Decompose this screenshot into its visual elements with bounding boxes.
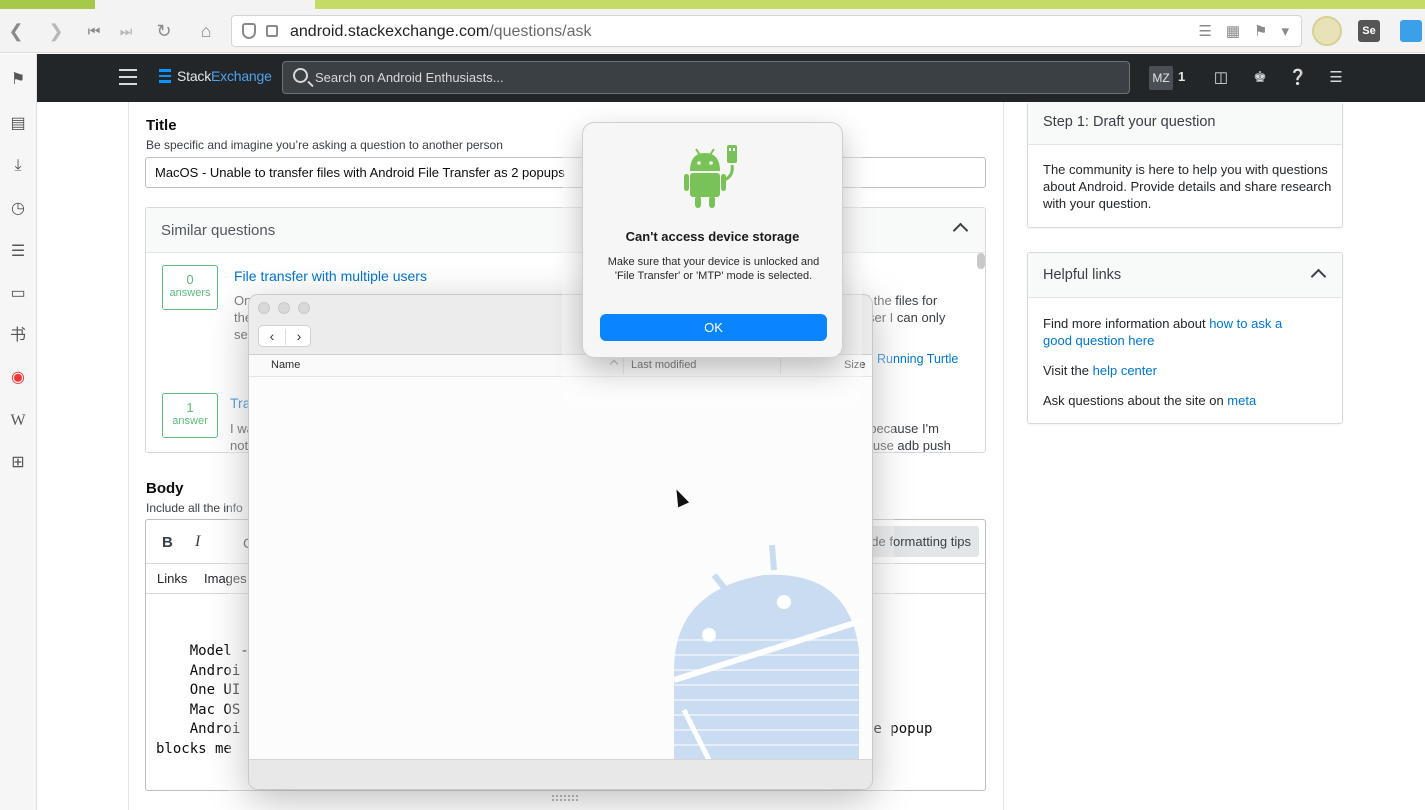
helpful-link-line: Visit the help center: [1043, 363, 1157, 378]
meta-link[interactable]: meta: [1227, 393, 1256, 408]
helpful-links-card: Helpful links Find more information abou…: [1027, 252, 1343, 424]
chevron-right-icon[interactable]: ›: [286, 326, 312, 348]
browser-sidebar: ⚑ ▤ ⤓ ◷ ☰ ▭ 书 ◉ W ⊞: [0, 54, 37, 810]
cant-access-storage-alert: Can't access device storage Make sure th…: [582, 122, 843, 358]
logo-text: StackExchange: [177, 68, 272, 84]
draft-card-text: The community is here to help you with q…: [1043, 162, 1332, 211]
history-icon[interactable]: ◷: [6, 197, 30, 221]
zoom-window-icon[interactable]: [298, 302, 310, 314]
forward-icon[interactable]: ❯: [44, 19, 68, 43]
vivaldi-icon[interactable]: ◉: [6, 366, 30, 390]
url-host: android.stackexchange.com: [290, 23, 490, 40]
inbox-icon[interactable]: ◫: [1211, 68, 1231, 88]
profile-avatar[interactable]: [1312, 16, 1342, 46]
wikipedia-icon[interactable]: W: [6, 409, 30, 433]
stackexchange-logo-icon: [159, 69, 171, 83]
hamburger-menu-icon[interactable]: [119, 69, 137, 85]
ok-button[interactable]: OK: [600, 314, 827, 341]
bookmarks-icon[interactable]: ⚑: [6, 68, 30, 92]
translate-icon[interactable]: 书: [6, 324, 30, 348]
chevron-down-icon[interactable]: ▾: [1281, 22, 1289, 40]
url-text[interactable]: android.stackexchange.com/questions/ask: [290, 23, 592, 41]
answer-count: 0: [186, 272, 194, 287]
similar-scrollbar[interactable]: [977, 253, 985, 269]
lock-icon[interactable]: [266, 25, 278, 37]
bold-button[interactable]: B: [162, 534, 173, 551]
fast-forward-icon[interactable]: ⏭: [114, 19, 138, 43]
reader-view-icon[interactable]: ☰: [1198, 22, 1211, 40]
browser-accent-bar: [0, 0, 1425, 9]
add-panel-icon[interactable]: ⊞: [6, 451, 30, 475]
reload-icon[interactable]: ↻: [152, 19, 176, 43]
reputation-count[interactable]: 1: [1178, 69, 1185, 84]
chevron-left-icon[interactable]: ‹: [259, 326, 285, 348]
stackexchange-extension-icon[interactable]: Se: [1358, 20, 1380, 42]
browser-toolbar: ❮ ❯ ⏮ ⏭ ↻ ⌂ android.stackexchange.com/qu…: [0, 9, 1425, 53]
extension-icon[interactable]: [1400, 20, 1422, 42]
italic-button[interactable]: I: [195, 533, 200, 551]
downloads-icon[interactable]: ⤓: [6, 154, 30, 178]
achievements-trophy-icon[interactable]: ♚: [1250, 68, 1270, 88]
name-column-header[interactable]: Name: [271, 359, 300, 371]
draft-card-header: Step 1: Draft your question: [1028, 102, 1342, 145]
address-bar[interactable]: android.stackexchange.com/questions/ask …: [231, 15, 1302, 47]
help-icon[interactable]: ❔: [1288, 68, 1308, 88]
site-search-input[interactable]: Search on Android Enthusiasts...: [282, 61, 1130, 94]
similar-questions-heading: Similar questions: [161, 222, 276, 239]
window-status-bar: [249, 759, 872, 789]
search-placeholder: Search on Android Enthusiasts...: [315, 70, 504, 85]
url-path: /questions/ask: [489, 23, 592, 40]
close-window-icon[interactable]: [258, 302, 270, 314]
address-bar-icons: ☰ ▦ ⚑ ▾: [1198, 22, 1289, 40]
chevron-up-icon[interactable]: [952, 222, 969, 239]
android-usb-icon: [684, 145, 737, 208]
answer-unit: answers: [169, 287, 211, 299]
helpful-links-heading: Helpful links: [1043, 267, 1122, 283]
stackexchange-topbar: StackExchange Search on Android Enthusia…: [37, 54, 1425, 102]
helpful-link-line: Ask questions about the site on meta: [1043, 393, 1257, 408]
accent-segment: [315, 0, 1425, 9]
answer-count-badge: 0 answers: [162, 265, 218, 310]
title-hint: Be specific and imagine you’re asking a …: [146, 138, 503, 152]
accent-segment: [0, 0, 95, 9]
alert-title: Can't access device storage: [625, 229, 800, 244]
reading-list-icon[interactable]: ▤: [6, 112, 30, 136]
back-icon[interactable]: ❮: [4, 19, 28, 43]
user-avatar[interactable]: MZ: [1149, 66, 1173, 90]
chevron-up-icon[interactable]: [1310, 268, 1327, 285]
answer-count-badge: 1 answer: [162, 393, 218, 438]
helpful-link-line: Find more information about how to ask a…: [1043, 316, 1283, 348]
stackexchange-logo[interactable]: StackExchange: [159, 68, 272, 84]
similar-question-link[interactable]: File transfer with multiple users: [234, 268, 427, 284]
links-button[interactable]: Links: [157, 571, 187, 586]
minimize-window-icon[interactable]: [278, 302, 290, 314]
rewind-icon[interactable]: ⏮: [82, 19, 106, 43]
bookmark-icon[interactable]: ⚑: [1254, 22, 1267, 40]
draft-question-card: Step 1: Draft your question The communit…: [1027, 102, 1343, 228]
alert-message: Make sure that your device is unlocked a…: [607, 256, 820, 282]
android-watermark-icon: [644, 544, 864, 770]
helpful-links-header[interactable]: Helpful links: [1028, 253, 1342, 298]
answer-count: 1: [186, 400, 194, 415]
search-icon: [293, 68, 308, 83]
title-label: Title: [146, 117, 177, 134]
answer-unit: answer: [172, 415, 208, 427]
draft-card-heading: Step 1: Draft your question: [1043, 114, 1216, 130]
navigation-control: ‹ ›: [258, 325, 311, 347]
body-label: Body: [146, 480, 184, 497]
window-panel-icon[interactable]: ▭: [6, 282, 30, 306]
help-center-link[interactable]: help center: [1093, 363, 1157, 378]
shield-icon[interactable]: [242, 23, 256, 39]
home-icon[interactable]: ⌂: [194, 19, 218, 43]
notes-icon[interactable]: ☰: [6, 240, 30, 264]
site-switcher-icon[interactable]: ☰: [1326, 68, 1346, 88]
qr-code-icon[interactable]: ▦: [1226, 22, 1240, 40]
